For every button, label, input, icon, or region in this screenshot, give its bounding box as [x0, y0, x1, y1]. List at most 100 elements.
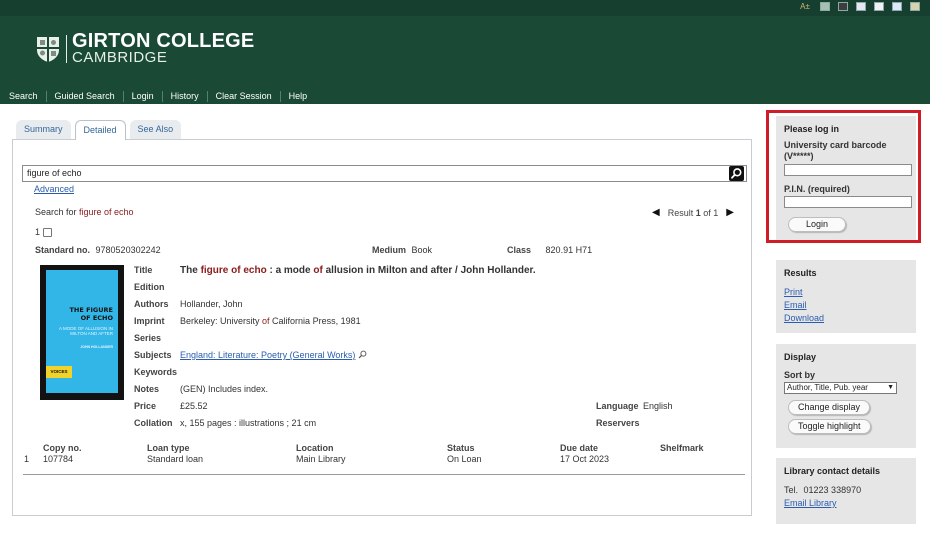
notes-label: Notes [134, 384, 160, 394]
title-part: allusion in Milton and after / John Holl… [322, 265, 536, 276]
search-input[interactable]: figure of echo [22, 165, 747, 182]
previous-result-icon[interactable]: ◀ [652, 207, 660, 218]
result-pager: ◀ Result 1 of 1 ▶ [652, 207, 734, 218]
reservers-label: Reservers [596, 418, 640, 428]
class-label: Class [507, 245, 532, 255]
change-display-wrap: Change display [784, 400, 908, 415]
display-heading: Display [784, 352, 817, 362]
imprint-highlight: of [262, 316, 270, 326]
cover-subtitle: A MODE OF ALLUSION IN MILTON AND AFTER [59, 326, 113, 336]
standard-no-label: Standard no. [35, 245, 91, 255]
subject-search-icon[interactable] [358, 350, 367, 359]
sort-by-label: Sort by [784, 370, 816, 380]
cover-badge: VOICES [46, 366, 72, 378]
imprint-value: Berkeley: University of California Press… [180, 316, 361, 326]
collation-value: x, 155 pages : illustrations ; 21 cm [180, 418, 317, 428]
collation-label: Collation [134, 418, 173, 428]
imprint-part: California Press, 1981 [269, 316, 361, 326]
imprint-part: Berkeley: University [180, 316, 263, 326]
status-value: On Loan [447, 454, 482, 464]
next-result-icon[interactable]: ▶ [726, 207, 734, 218]
contact-phone: Tel. 01223 338970 [784, 484, 908, 497]
color-scheme-swatch-1[interactable] [820, 2, 830, 11]
results-box: Results Print Email Download [776, 260, 916, 333]
location-value: Main Library [296, 454, 346, 464]
medium-value: Book [411, 245, 433, 255]
cover-subtitle-line2: MILTON AND AFTER [70, 331, 113, 336]
tab-detailed[interactable]: Detailed [74, 120, 126, 140]
search-icon [731, 168, 742, 179]
medium-label: Medium [372, 245, 407, 255]
subject-link[interactable]: England: Literature: Poetry (General Wor… [180, 350, 355, 360]
print-link[interactable]: Print [784, 286, 908, 299]
text-size-icon[interactable]: A± [798, 2, 812, 11]
results-heading: Results [784, 268, 817, 278]
contact-box: Library contact details Tel. 01223 33897… [776, 458, 916, 524]
crest-icon [34, 35, 62, 63]
color-scheme-swatch-6[interactable] [910, 2, 920, 11]
search-button[interactable] [729, 166, 744, 181]
tab-see-also[interactable]: See Also [129, 120, 182, 139]
title-label: Title [134, 265, 153, 275]
logo-divider [66, 34, 67, 63]
nav-login[interactable]: Login [122, 90, 162, 102]
edition-label: Edition [134, 282, 165, 292]
nav-history[interactable]: History [161, 90, 207, 102]
nav-help[interactable]: Help [279, 90, 316, 102]
class: Class 820.91 H71 [507, 245, 592, 255]
col-due-date: Due date [560, 443, 599, 453]
book-cover[interactable]: THE FIGURE OF ECHO A MODE OF ALLUSION IN M… [40, 265, 124, 400]
college-name: GIRTON COLLEGE CAMBRIDGE [72, 31, 254, 65]
copies-divider [23, 474, 745, 475]
display-box: Display Sort by Author, Title, Pub. year… [776, 344, 916, 448]
sort-by-select[interactable]: Author, Title, Pub. year ▼ [784, 382, 897, 394]
color-scheme-swatch-3[interactable] [856, 2, 866, 11]
search-for-term: figure of echo [79, 207, 134, 217]
copy-no-value: 107784 [43, 454, 74, 464]
record-checkbox[interactable] [43, 227, 53, 237]
color-scheme-swatch-2[interactable] [838, 2, 848, 11]
result-of: of [700, 207, 714, 218]
keywords-label: Keywords [134, 367, 178, 377]
cover-title-line1: THE FIGURE [69, 306, 114, 314]
search-summary: Search for figure of echo [35, 207, 134, 217]
due-date-value: 17 Oct 2023 [560, 454, 610, 464]
college-logo[interactable]: GIRTON COLLEGE CAMBRIDGE [34, 31, 254, 65]
accessibility-tools: A± [798, 2, 920, 11]
change-display-button[interactable]: Change display [788, 400, 871, 415]
accessibility-strip: A± [0, 0, 930, 16]
login-highlight-outline [766, 110, 921, 243]
standard-no: Standard no. 9780520302242 [35, 245, 161, 255]
view-tabs: Summary Detailed See Also [16, 120, 182, 140]
col-shelfmark: Shelfmark [660, 443, 704, 453]
download-link[interactable]: Download [784, 312, 908, 325]
cover-author: JOHN HOLLANDER [80, 345, 113, 349]
notes-value: (GEN) Includes index. [180, 384, 269, 394]
result-counter: Result 1 of 1 [668, 208, 719, 218]
nav-guided-search[interactable]: Guided Search [45, 90, 123, 102]
color-scheme-swatch-4[interactable] [874, 2, 884, 11]
title-highlight: of [313, 265, 323, 276]
price-label: Price [134, 401, 157, 411]
loan-type-value: Standard loan [147, 454, 204, 464]
sort-by-value: Author, Title, Pub. year [787, 383, 868, 392]
price-value: £25.52 [180, 401, 208, 411]
title-value: The figure of echo : a mode of allusion … [180, 265, 536, 276]
medium: Medium Book [372, 245, 432, 255]
nav-search[interactable]: Search [9, 91, 46, 102]
email-link[interactable]: Email [784, 299, 908, 312]
book-cover-art: THE FIGURE OF ECHO A MODE OF ALLUSION IN M… [46, 270, 118, 393]
col-loan-type: Loan type [147, 443, 190, 453]
tab-summary[interactable]: Summary [16, 120, 71, 139]
nav-clear-session[interactable]: Clear Session [206, 90, 280, 102]
advanced-search-link[interactable]: Advanced [34, 184, 74, 194]
email-library-link[interactable]: Email Library [784, 497, 908, 510]
series-label: Series [134, 333, 162, 343]
toggle-highlight-button[interactable]: Toggle highlight [788, 419, 871, 434]
record-index: 1 [35, 227, 41, 237]
main-nav: Search Guided Search Login History Clear… [0, 86, 315, 106]
col-copy-no: Copy no. [43, 443, 82, 453]
color-scheme-swatch-5[interactable] [892, 2, 902, 11]
search-for-prefix: Search for [35, 207, 80, 217]
chevron-down-icon: ▼ [887, 384, 894, 391]
